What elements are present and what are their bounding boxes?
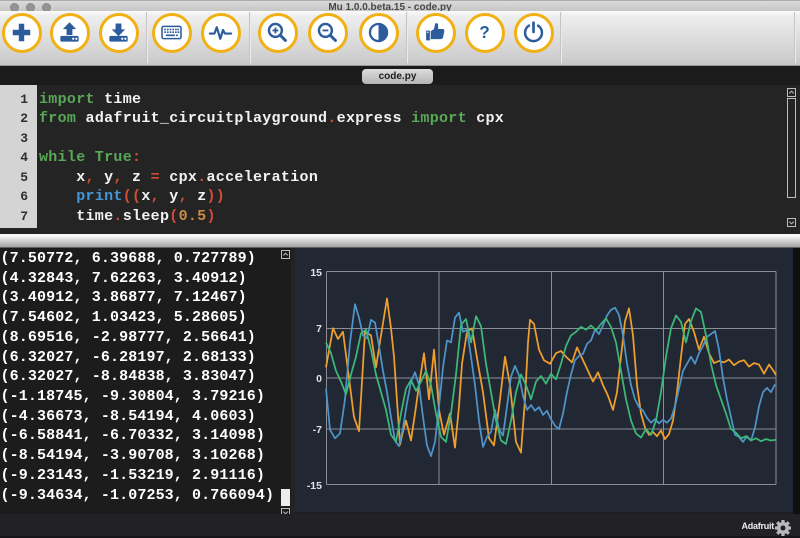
svg-text:?: ?	[479, 22, 490, 42]
